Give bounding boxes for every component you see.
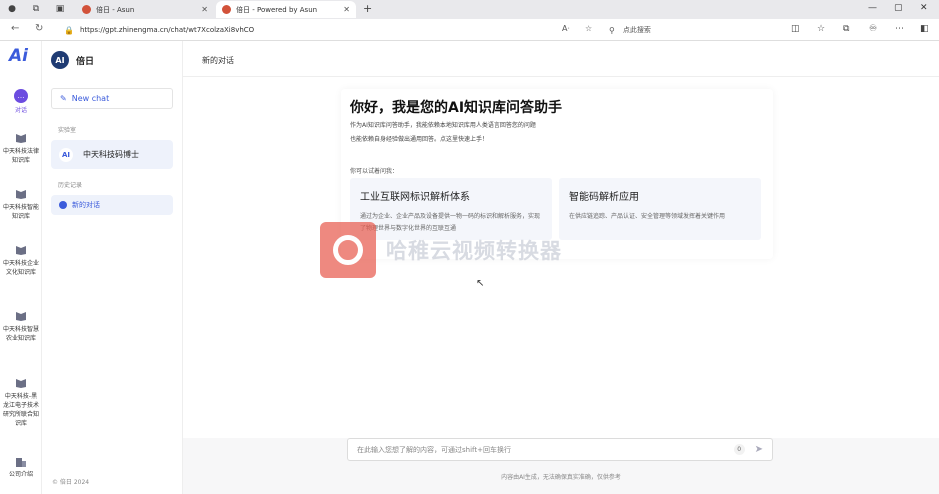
rail-item-kb-culture[interactable]: 中天科技企业文化知识库 xyxy=(0,244,42,277)
close-tab-icon[interactable]: ✕ xyxy=(343,5,350,14)
browser-search-field[interactable]: ⚲ 点此搜索 xyxy=(609,22,769,38)
split-screen-icon[interactable]: ◫ xyxy=(791,24,800,34)
book-icon xyxy=(14,377,28,389)
copyright: © 倍日 2024 xyxy=(52,479,90,486)
search-icon: ⚲ xyxy=(609,25,615,35)
book-icon xyxy=(14,310,28,322)
message-input[interactable]: 在此输入您想了解的内容，可通过shift+回车换行 0 ➤ xyxy=(347,438,773,461)
address-bar-row: ← ↻ 🔒 https://gpt.zhinengma.cn/chat/wt7X… xyxy=(0,19,939,41)
rail-item-label: 中天科技法律知识库 xyxy=(3,148,40,164)
welcome-desc-line[interactable]: 也能依赖自身经验做出通用回答。点这里快速上手！ xyxy=(350,133,750,147)
close-window-icon[interactable]: ✕ xyxy=(920,3,928,13)
book-icon xyxy=(14,132,28,144)
bot-name: 中天科技码博士 xyxy=(83,150,139,159)
ai-disclaimer: 内容由AI生成，无法确保真实准确，仅供参考 xyxy=(501,474,621,481)
history-section-label: 历史记录 xyxy=(58,182,83,189)
app-name: 倍日 xyxy=(76,57,95,67)
rail-item-label: 对话 xyxy=(14,107,27,114)
lock-icon: 🔒 xyxy=(64,25,74,35)
chat-title: 新的对话 xyxy=(202,56,234,65)
maximize-icon[interactable]: ▢ xyxy=(894,3,903,13)
new-tab-icon[interactable]: + xyxy=(363,2,372,15)
edit-icon: ✎ xyxy=(60,94,67,103)
collections-icon[interactable]: ⧉ xyxy=(843,24,849,34)
rail-item-kb-law[interactable]: 中天科技法律知识库 xyxy=(0,132,42,165)
tab-asun[interactable]: 倍日 - Asun ✕ xyxy=(76,1,214,18)
rail-item-chat[interactable]: … 对话 xyxy=(0,89,42,115)
rail-item-label: 公司介绍 xyxy=(8,471,33,478)
rail-item-label: 中天科技企业文化知识库 xyxy=(3,260,40,276)
building-icon xyxy=(14,455,28,467)
url-field[interactable]: 🔒 https://gpt.zhinengma.cn/chat/wt7Xcolz… xyxy=(64,22,602,38)
welcome-title: 你好，我是您的AI知识库问答助手 xyxy=(350,100,563,116)
bot-item[interactable]: AI 中天科技码博士 xyxy=(51,140,173,169)
read-aloud-icon[interactable]: Aᐧ xyxy=(562,24,570,33)
char-count: 0 xyxy=(733,444,745,455)
search-placeholder: 点此搜索 xyxy=(622,26,651,34)
message-placeholder: 在此输入您想了解的内容，可通过shift+回车换行 xyxy=(357,445,511,454)
more-menu-icon[interactable]: ⋯ xyxy=(895,24,904,34)
site-favicon-icon xyxy=(82,5,91,14)
book-icon xyxy=(14,188,28,200)
suggestion-title: 工业互联网标识解析体系 xyxy=(360,192,470,203)
rail-item-kb-joint[interactable]: 中天科技-黑龙江电子技术研究所联合知识库 xyxy=(0,377,42,428)
history-item-title: 新的对话 xyxy=(72,201,100,209)
watermark-text: 哈稚云视频转换器 xyxy=(386,239,562,263)
app-rail: Ai … 对话 中天科技法律知识库 中天科技智能知识库 中天科技企业文化知识库 … xyxy=(0,41,42,494)
url-text: https://gpt.zhinengma.cn/chat/wt7XcolzaX… xyxy=(79,26,255,34)
close-tab-icon[interactable]: ✕ xyxy=(201,5,208,14)
workspaces-icon[interactable]: ⧉ xyxy=(30,3,42,15)
chat-bubble-icon xyxy=(59,201,67,209)
tab-actions-icon[interactable]: ▣ xyxy=(54,3,66,15)
back-icon[interactable]: ← xyxy=(11,23,19,34)
history-item[interactable]: 新的对话 xyxy=(51,195,173,215)
app-logo: Ai xyxy=(9,46,28,66)
conversation-sidebar: AI 倍日 ✎ New chat 实验室 AI 中天科技码博士 历史记录 新的对… xyxy=(42,41,183,494)
tab-title: 倍日 - Powered by Asun xyxy=(236,5,318,14)
watermark-logo xyxy=(320,222,376,278)
extensions-icon[interactable]: ♾ xyxy=(869,24,877,34)
rail-item-company[interactable]: 公司介绍 xyxy=(0,455,42,479)
refresh-icon[interactable]: ↻ xyxy=(35,23,43,34)
bot-avatar: AI xyxy=(59,147,73,162)
rail-item-kb-agriculture[interactable]: 中天科技智慧农业知识库 xyxy=(0,310,42,343)
profile-icon[interactable]: ● xyxy=(6,3,18,15)
chat-icon: … xyxy=(14,89,28,103)
send-icon[interactable]: ➤ xyxy=(755,444,763,455)
favorites-icon[interactable]: ☆ xyxy=(817,24,825,34)
watermark: 哈稚云视频转换器 xyxy=(320,221,610,279)
app-badge: AI xyxy=(51,51,69,69)
new-chat-button[interactable]: ✎ New chat xyxy=(51,88,173,109)
new-chat-label: New chat xyxy=(71,94,110,103)
sidebar-toggle-icon[interactable]: ◧ xyxy=(920,24,929,34)
tab-title: 倍日 - Asun xyxy=(96,5,135,14)
welcome-description: 作为AI知识库问答助手，我能依赖本地知识库用人类语言回答您的问题 也能依赖自身经… xyxy=(350,119,750,147)
favorite-star-icon[interactable]: ☆ xyxy=(585,24,592,33)
rail-item-label: 中天科技智能知识库 xyxy=(3,204,40,220)
book-icon xyxy=(14,244,28,256)
site-favicon-icon xyxy=(222,5,231,14)
minimize-icon[interactable]: — xyxy=(868,3,877,13)
rail-item-kb-smart[interactable]: 中天科技智能知识库 xyxy=(0,188,42,221)
try-asking-label: 你可以试着问我： xyxy=(350,168,399,175)
suggestion-title: 智能码解析应用 xyxy=(569,192,639,203)
rail-item-label: 中天科技智慧农业知识库 xyxy=(3,326,40,342)
chat-header: 新的对话 xyxy=(183,41,939,77)
mouse-cursor-icon: ↖ xyxy=(476,278,485,289)
lab-section-label: 实验室 xyxy=(58,127,77,134)
browser-tab-bar: ● ⧉ ▣ 倍日 - Asun ✕ 倍日 - Powered by Asun ✕… xyxy=(0,0,939,19)
welcome-desc-line: 作为AI知识库问答助手，我能依赖本地知识库用人类语言回答您的问题 xyxy=(350,122,536,129)
rail-item-label: 中天科技-黑龙江电子技术研究所联合知识库 xyxy=(2,393,39,427)
tab-powered-by-asun[interactable]: 倍日 - Powered by Asun ✕ xyxy=(216,1,356,18)
chat-main: 新的对话 你好，我是您的AI知识库问答助手 作为AI知识库问答助手，我能依赖本地… xyxy=(183,41,939,494)
